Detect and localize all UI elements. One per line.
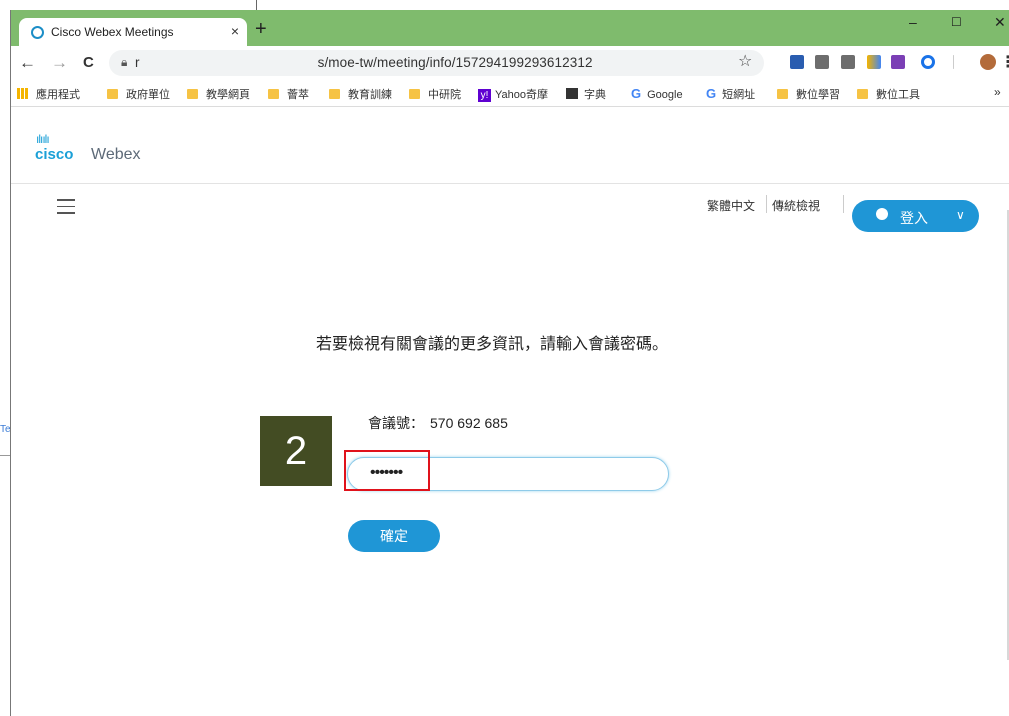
back-button[interactable]: ← — [19, 53, 36, 73]
bookmark-item[interactable]: 教學網頁 — [187, 86, 250, 102]
bookmark-item[interactable]: 數位工具 — [857, 86, 920, 102]
apps-icon — [17, 88, 28, 99]
bookmark-item[interactable]: G Google — [631, 86, 683, 101]
browser-tab[interactable]: Cisco Webex Meetings × — [19, 18, 247, 46]
bookmark-item[interactable]: 政府單位 — [107, 86, 170, 102]
new-tab-button[interactable]: + — [255, 18, 267, 41]
folder-icon — [107, 89, 118, 99]
meeting-number: 會議號： 570 692 685 — [368, 413, 508, 433]
folder-icon — [187, 89, 198, 99]
bookmark-item[interactable]: 中研院 — [409, 86, 461, 102]
classic-view-link[interactable]: 傳統檢視 — [772, 197, 820, 214]
webex-favicon-icon — [31, 26, 44, 39]
password-prompt: 若要檢視有關會議的更多資訊，請輸入會議密碼。 — [316, 336, 669, 353]
browser-toolbar: ← → C 🔒︎ r s/moe-tw/meeting/info/15729419… — [11, 46, 1009, 80]
bookmark-item[interactable]: 薈萃 — [268, 86, 309, 102]
address-bar[interactable]: 🔒︎ r s/moe-tw/meeting/info/15729419929361… — [109, 50, 764, 76]
meeting-number-value: 570 692 685 — [430, 415, 508, 431]
site-header: ılıılı cisco Webex — [11, 106, 1009, 184]
tab-strip: Cisco Webex Meetings × + – ☐ ✕ — [11, 10, 1009, 46]
folder-icon — [329, 89, 340, 99]
folder-icon — [777, 89, 788, 99]
bookmark-star-icon[interactable]: ☆ — [738, 51, 752, 71]
lock-icon: 🔒︎ — [121, 55, 128, 69]
divider — [766, 195, 767, 213]
bookmark-item[interactable]: 數位學習 — [777, 86, 840, 102]
yahoo-icon: y! — [478, 89, 491, 102]
reload-button[interactable]: C — [83, 54, 94, 71]
folder-icon — [857, 89, 868, 99]
bookmarks-bar: 應用程式 政府單位 教學網頁 薈萃 教育訓練 中研院 y! Yahoo奇摩 字典 … — [11, 80, 1009, 107]
browser-window: Cisco Webex Meetings × + – ☐ ✕ ← → C 🔒︎ … — [10, 10, 1009, 716]
extension-icon[interactable] — [841, 55, 855, 69]
webex-logo-text: Webex — [91, 146, 141, 163]
cisco-logo-text: cisco — [35, 146, 74, 163]
minimize-button[interactable]: – — [909, 14, 917, 30]
bookmark-apps[interactable]: 應用程式 — [17, 86, 80, 102]
bookmark-item[interactable]: y! Yahoo奇摩 — [478, 86, 548, 102]
step-number-badge: 2 — [260, 416, 332, 486]
google-icon: G — [631, 86, 642, 101]
chevron-down-icon: ∨ — [956, 208, 965, 222]
folder-icon — [409, 89, 420, 99]
dictionary-icon — [566, 88, 578, 99]
close-window-button[interactable]: ✕ — [994, 14, 1006, 31]
url-text: r s/moe-tw/meeting/info/15729419929361231… — [135, 55, 593, 70]
language-selector[interactable]: 繁體中文 — [707, 197, 755, 214]
extension-icon[interactable] — [815, 55, 829, 69]
divider — [0, 455, 10, 456]
bookmark-item[interactable]: G 短網址 — [706, 86, 755, 102]
extension-icon[interactable] — [921, 55, 935, 69]
bookmarks-more-button[interactable]: » — [994, 85, 1001, 99]
divider — [256, 0, 257, 10]
divider — [953, 55, 954, 69]
signin-label: 登入 — [900, 210, 928, 226]
divider — [843, 195, 844, 213]
signin-button[interactable]: 登入 ∨ — [852, 200, 979, 232]
bookmark-item[interactable]: 字典 — [566, 86, 606, 102]
google-icon: G — [706, 86, 717, 101]
tab-close-icon[interactable]: × — [231, 23, 239, 39]
webex-icon — [876, 208, 888, 220]
folder-icon — [268, 89, 279, 99]
extension-icon[interactable] — [891, 55, 905, 69]
extension-icon[interactable] — [867, 55, 881, 69]
tab-title: Cisco Webex Meetings — [51, 25, 174, 39]
background-window: Te — [0, 0, 11, 716]
menu-icon[interactable]: ⋮ — [1000, 52, 1009, 72]
maximize-button[interactable]: ☐ — [951, 15, 962, 29]
meeting-number-label: 會議號： — [368, 415, 424, 431]
hamburger-menu-icon[interactable] — [57, 199, 75, 214]
background-text: Te — [0, 424, 11, 435]
confirm-button[interactable]: 確定 — [348, 520, 440, 552]
forward-button[interactable]: → — [51, 53, 68, 73]
highlight-box — [344, 450, 430, 491]
bookmark-item[interactable]: 教育訓練 — [329, 86, 392, 102]
profile-avatar[interactable] — [980, 54, 996, 70]
onenote-extension-icon[interactable] — [790, 55, 804, 69]
cisco-logo-icon: ılıılı — [36, 132, 50, 146]
